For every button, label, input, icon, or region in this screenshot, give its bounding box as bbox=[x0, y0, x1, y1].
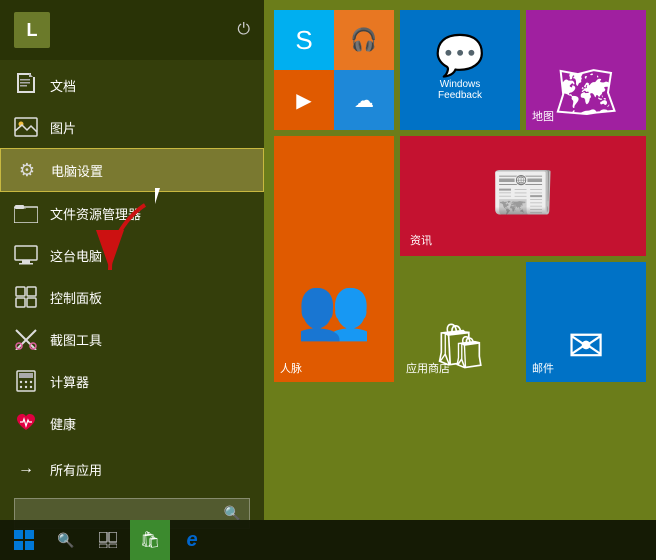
mail-label: 邮件 bbox=[532, 360, 554, 376]
tile-video[interactable]: ▶ bbox=[274, 70, 334, 130]
menu-item-snipping-tool[interactable]: 截图工具 bbox=[0, 318, 264, 360]
menu-item-pictures[interactable]: 图片 bbox=[0, 106, 264, 148]
all-apps-icon: → bbox=[14, 457, 38, 481]
map-label: 地图 bbox=[532, 108, 554, 124]
map-icon: 🗺 bbox=[554, 63, 617, 122]
news-label: 资讯 bbox=[410, 232, 432, 248]
calculator-icon bbox=[14, 369, 38, 393]
tile-store[interactable]: 🛍 应用商店 bbox=[400, 262, 520, 382]
start-menu: L ⏻ 文档 图片 ⚙ 电脑设置 bbox=[0, 0, 656, 520]
snipping-tool-label: 截图工具 bbox=[50, 330, 102, 349]
power-icon[interactable]: ⏻ bbox=[237, 21, 250, 39]
tile-quad[interactable]: S 🎧 ▶ ☁ bbox=[274, 10, 394, 130]
mail-icon: ✉ bbox=[568, 321, 605, 372]
user-info: L bbox=[14, 12, 60, 48]
documents-icon bbox=[14, 73, 38, 97]
taskbar: 🔍 🛍 e bbox=[0, 520, 656, 560]
health-icon bbox=[14, 411, 38, 435]
menu-item-file-explorer[interactable]: 文件资源管理器 bbox=[0, 192, 264, 234]
store-label: 应用商店 bbox=[406, 360, 450, 376]
ie-taskbar-button[interactable]: e bbox=[172, 520, 212, 560]
pictures-icon bbox=[14, 115, 38, 139]
menu-item-pc-settings[interactable]: ⚙ 电脑设置 bbox=[0, 148, 264, 192]
this-pc-label: 这台电脑 bbox=[50, 246, 102, 265]
pictures-label: 图片 bbox=[50, 118, 76, 137]
file-explorer-icon bbox=[14, 201, 38, 225]
menu-item-this-pc[interactable]: 这台电脑 bbox=[0, 234, 264, 276]
tile-cloud[interactable]: ☁ bbox=[334, 70, 394, 130]
control-panel-label: 控制面板 bbox=[50, 288, 102, 307]
menu-item-health[interactable]: 健康 bbox=[0, 402, 264, 444]
control-panel-icon bbox=[14, 285, 38, 309]
people-icon: 👥 bbox=[297, 273, 372, 344]
tile-news[interactable]: 📰 资讯 bbox=[400, 136, 646, 256]
tiles-panel: S 🎧 ▶ ☁ 💬 WindowsFeedback 🗺 地图 👥 人脉 📰 bbox=[264, 0, 656, 520]
feedback-icon: 💬 WindowsFeedback bbox=[435, 10, 485, 122]
tile-people[interactable]: 👥 人脉 bbox=[274, 136, 394, 382]
all-apps-label: 所有应用 bbox=[50, 460, 102, 479]
user-section: L ⏻ bbox=[0, 0, 264, 60]
tile-windows-feedback[interactable]: 💬 WindowsFeedback bbox=[400, 10, 520, 130]
settings-icon: ⚙ bbox=[15, 158, 39, 182]
task-view-button[interactable] bbox=[88, 520, 128, 560]
health-label: 健康 bbox=[50, 414, 76, 433]
news-icon: 📰 bbox=[491, 162, 556, 223]
calculator-label: 计算器 bbox=[50, 372, 89, 391]
tile-map[interactable]: 🗺 地图 bbox=[526, 10, 646, 130]
people-label: 人脉 bbox=[280, 360, 302, 376]
menu-item-documents[interactable]: 文档 bbox=[0, 64, 264, 106]
documents-label: 文档 bbox=[50, 76, 76, 95]
tile-mail[interactable]: ✉ 邮件 bbox=[526, 262, 646, 382]
tile-music[interactable]: 🎧 bbox=[334, 10, 394, 70]
search-taskbar-button[interactable]: 🔍 bbox=[46, 520, 86, 560]
menu-items: 文档 图片 ⚙ 电脑设置 文件资源管理器 bbox=[0, 60, 264, 448]
avatar[interactable]: L bbox=[14, 12, 50, 48]
menu-item-calculator[interactable]: 计算器 bbox=[0, 360, 264, 402]
feedback-label: WindowsFeedback bbox=[438, 79, 482, 101]
menu-item-control-panel[interactable]: 控制面板 bbox=[0, 276, 264, 318]
file-explorer-label: 文件资源管理器 bbox=[50, 204, 141, 223]
all-apps-item[interactable]: → 所有应用 bbox=[0, 448, 264, 490]
tile-skype[interactable]: S bbox=[274, 10, 334, 70]
left-panel: L ⏻ 文档 图片 ⚙ 电脑设置 bbox=[0, 0, 264, 520]
start-button[interactable] bbox=[4, 520, 44, 560]
store-taskbar-button[interactable]: 🛍 bbox=[130, 520, 170, 560]
pc-settings-label: 电脑设置 bbox=[51, 161, 103, 180]
snipping-tool-icon bbox=[14, 327, 38, 351]
this-pc-icon bbox=[14, 243, 38, 267]
